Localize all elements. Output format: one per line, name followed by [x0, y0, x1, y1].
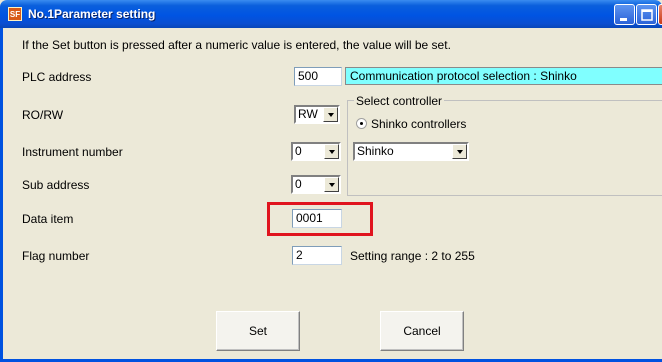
instrument-number-label: Instrument number — [22, 145, 123, 159]
maximize-button[interactable] — [636, 4, 657, 25]
chevron-down-icon[interactable] — [452, 144, 467, 159]
controller-select[interactable]: Shinko — [353, 142, 469, 161]
flag-number-label: Flag number — [22, 249, 90, 263]
instruction-text: If the Set button is pressed after a num… — [22, 38, 451, 52]
minimize-button[interactable] — [614, 4, 635, 25]
chevron-down-icon[interactable] — [324, 144, 339, 159]
maximize-icon — [641, 9, 653, 21]
sub-address-select[interactable]: 0 — [291, 175, 341, 194]
flag-number-range: Setting range : 2 to 255 — [350, 249, 475, 263]
close-button[interactable] — [658, 4, 662, 25]
cancel-button[interactable]: Cancel — [380, 311, 464, 351]
app-icon: SF — [8, 7, 22, 21]
sub-address-value: 0 — [295, 177, 302, 191]
ro-rw-select[interactable]: RW — [294, 105, 340, 124]
window-title: No.1Parameter setting — [28, 7, 156, 21]
ro-rw-label: RO/RW — [22, 108, 64, 122]
set-button[interactable]: Set — [216, 311, 300, 351]
chevron-down-icon[interactable] — [323, 107, 338, 122]
chevron-down-icon[interactable] — [324, 177, 339, 192]
window-frame-left — [0, 28, 3, 362]
title-bar[interactable]: SF No.1Parameter setting — [0, 0, 662, 28]
controller-select-value: Shinko — [357, 144, 394, 158]
flag-number-input[interactable]: 2 — [292, 246, 342, 265]
plc-address-label: PLC address — [22, 70, 92, 84]
instrument-number-select[interactable]: 0 — [291, 142, 341, 161]
select-controller-legend: Select controller — [354, 94, 445, 108]
protocol-banner: Communication protocol selection : Shink… — [345, 67, 662, 85]
ro-rw-value: RW — [298, 107, 318, 121]
instrument-number-value: 0 — [295, 144, 302, 158]
sub-address-label: Sub address — [22, 178, 90, 192]
minimize-icon — [620, 18, 627, 21]
highlight-box — [267, 202, 373, 236]
shinko-controllers-label: Shinko controllers — [371, 117, 467, 131]
shinko-controllers-radio[interactable] — [356, 118, 367, 129]
data-item-label: Data item — [22, 212, 74, 226]
plc-address-input[interactable]: 500 — [294, 67, 342, 86]
